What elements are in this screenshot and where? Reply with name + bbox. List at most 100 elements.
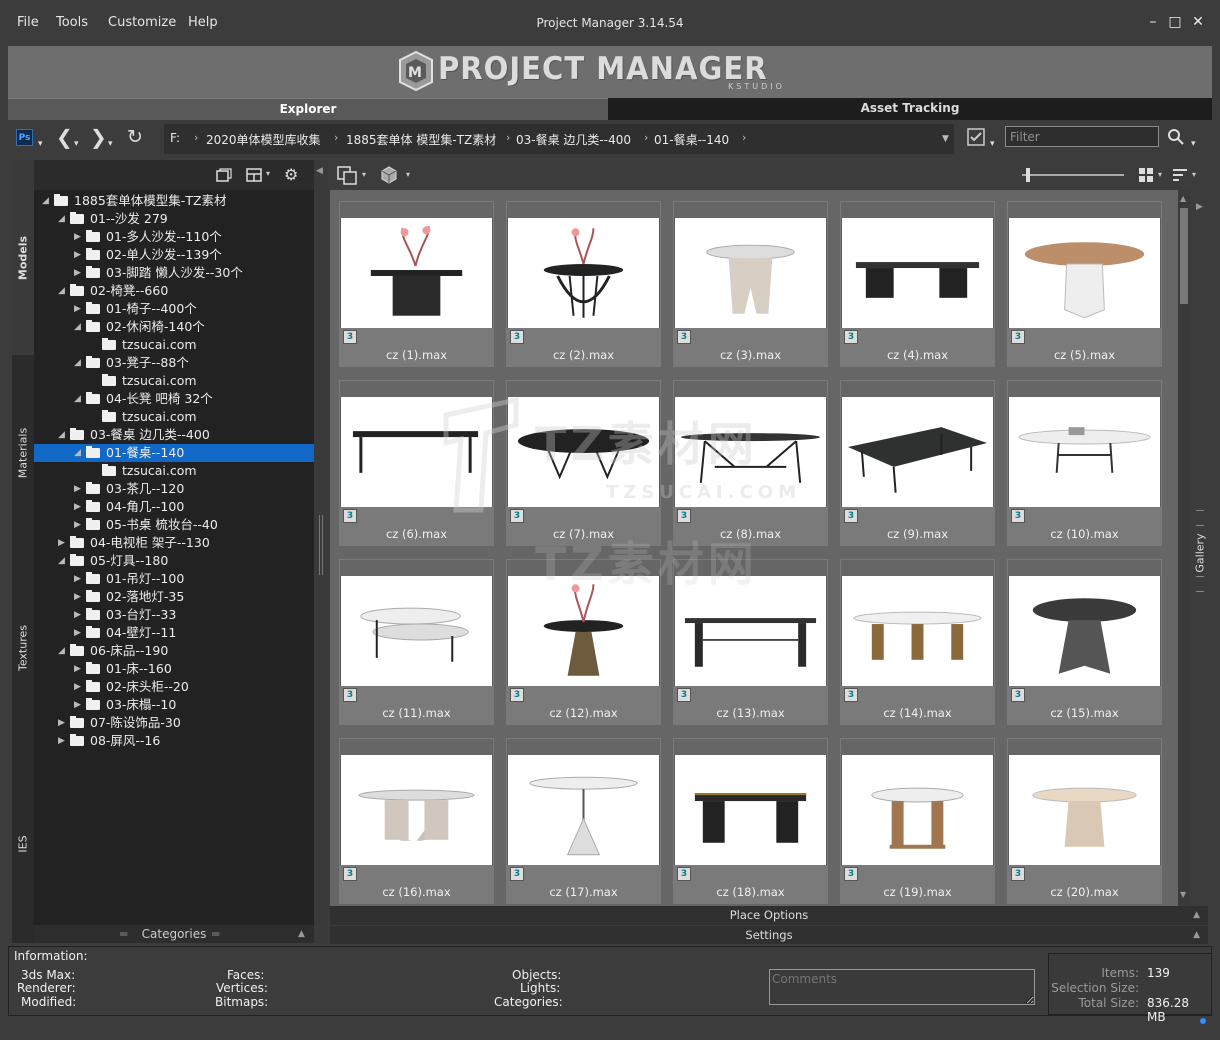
model-thumbnail[interactable]: [842, 397, 993, 507]
collapsed-arrow-icon[interactable]: ▶: [74, 606, 81, 624]
model-thumbnail[interactable]: [341, 218, 492, 328]
tree-row[interactable]: ▶ 01-椅子--400个: [34, 300, 314, 318]
expanded-arrow-icon[interactable]: ◢: [74, 390, 81, 408]
expanded-arrow-icon[interactable]: ◢: [58, 642, 65, 660]
tree-row[interactable]: ▶ 03-床榻--10: [34, 696, 314, 714]
scroll-thumb[interactable]: [1180, 208, 1188, 304]
sync-icon[interactable]: [336, 165, 358, 185]
breadcrumb-separator-icon[interactable]: ›: [742, 131, 746, 144]
gallery-item[interactable]: 3 cz (13).max: [673, 559, 828, 725]
collapsed-arrow-icon[interactable]: ▶: [58, 534, 65, 552]
back-arrow-icon[interactable]: ❮: [56, 126, 73, 150]
model-thumbnail[interactable]: [675, 397, 826, 507]
tree-row[interactable]: ◢ 03-餐桌 边几类--400: [34, 426, 314, 444]
gallery-item[interactable]: 3 cz (10).max: [1007, 380, 1162, 546]
forward-arrow-icon[interactable]: ❯: [90, 126, 107, 150]
model-thumbnail[interactable]: [675, 755, 826, 865]
tree-row[interactable]: ◢ 01-餐桌--140: [34, 444, 314, 462]
place-options-bar[interactable]: Place Options ▲: [330, 906, 1208, 925]
side-tab-models[interactable]: Models: [12, 160, 34, 355]
scroll-up-icon[interactable]: ▲: [1180, 194, 1186, 203]
tree-row[interactable]: ◢ 03-凳子--88个: [34, 354, 314, 372]
gallery-item[interactable]: 3 cz (5).max: [1007, 201, 1162, 367]
tree-row[interactable]: ▶ 02-床头柜--20: [34, 678, 314, 696]
model-thumbnail[interactable]: [341, 576, 492, 686]
side-tab-gallery[interactable]: Gallery: [1190, 528, 1210, 578]
model-thumbnail[interactable]: [341, 397, 492, 507]
ps-dropdown-icon[interactable]: ▾: [38, 133, 43, 157]
tree-row[interactable]: ▶ 04-角几--100: [34, 498, 314, 516]
gallery-item[interactable]: 3 cz (4).max: [840, 201, 995, 367]
breadcrumb-item[interactable]: 1885套单体 模型集-TZ素材: [346, 131, 496, 148]
collapsed-arrow-icon[interactable]: ▶: [74, 624, 81, 642]
breadcrumb-separator-icon[interactable]: ›: [644, 131, 648, 144]
tree-row[interactable]: ▶ 03-脚踏 懒人沙发--30个: [34, 264, 314, 282]
tree-row[interactable]: ▶ 07-陈设饰品-30: [34, 714, 314, 732]
collapsed-arrow-icon[interactable]: ▶: [74, 300, 81, 318]
collapse-left-icon[interactable]: ◀: [316, 166, 323, 176]
categories-bar[interactable]: ═ Categories ═ ▲: [34, 925, 314, 943]
expanded-arrow-icon[interactable]: ◢: [74, 354, 81, 372]
model-thumbnail[interactable]: [842, 755, 993, 865]
breadcrumb-item[interactable]: 2020单体模型库收集: [206, 131, 321, 148]
checklist-icon[interactable]: [966, 127, 986, 147]
tree-row[interactable]: ◢ 02-休闲椅-140个: [34, 318, 314, 336]
tree-row[interactable]: ▶ 04-电视柜 架子--130: [34, 534, 314, 552]
expand-up-icon[interactable]: ▲: [1193, 926, 1200, 944]
comments-field[interactable]: [769, 969, 1035, 1005]
model-thumbnail[interactable]: [675, 576, 826, 686]
collapsed-arrow-icon[interactable]: ▶: [74, 264, 81, 282]
photoshop-icon[interactable]: Ps: [16, 129, 33, 146]
tree-row[interactable]: ◢ 02-椅凳--660: [34, 282, 314, 300]
tree-row[interactable]: ▶ 02-落地灯-35: [34, 588, 314, 606]
tree-row[interactable]: tzsucai.com: [34, 336, 314, 354]
breadcrumb-drive[interactable]: F:: [170, 131, 180, 145]
tree-row[interactable]: ◢ 06-床品--190: [34, 642, 314, 660]
tree-row[interactable]: ▶ 01-多人沙发--110个: [34, 228, 314, 246]
tree-row[interactable]: ▶ 01-吊灯--100: [34, 570, 314, 588]
side-tab-materials[interactable]: Materials: [12, 355, 34, 550]
collapsed-arrow-icon[interactable]: ▶: [58, 732, 65, 750]
expanded-arrow-icon[interactable]: ◢: [58, 282, 65, 300]
sort-dropdown-icon[interactable]: ▾: [1192, 170, 1196, 179]
expanded-arrow-icon[interactable]: ◢: [58, 552, 65, 570]
collapsed-arrow-icon[interactable]: ▶: [74, 246, 81, 264]
gallery-item[interactable]: 3 cz (8).max: [673, 380, 828, 546]
forward-dropdown-icon[interactable]: ▾: [108, 133, 113, 157]
tree-row[interactable]: tzsucai.com: [34, 408, 314, 426]
tree-row[interactable]: ▶ 05-书桌 梳妆台--40: [34, 516, 314, 534]
close-icon[interactable]: ✕: [1189, 13, 1207, 31]
collapsed-arrow-icon[interactable]: ▶: [74, 228, 81, 246]
expanded-arrow-icon[interactable]: ◢: [42, 192, 49, 210]
search-icon[interactable]: [1167, 128, 1185, 146]
model-thumbnail[interactable]: [508, 218, 659, 328]
object-box-icon[interactable]: [378, 165, 400, 185]
scroll-down-icon[interactable]: ▼: [1180, 890, 1186, 899]
model-thumbnail[interactable]: [1009, 397, 1160, 507]
splitter-grip-icon[interactable]: [319, 515, 323, 575]
breadcrumb-separator-icon[interactable]: ›: [334, 131, 338, 144]
collapsed-arrow-icon[interactable]: ▶: [74, 660, 81, 678]
gallery-item[interactable]: 3 cz (17).max: [506, 738, 661, 904]
gallery-item[interactable]: 3 cz (11).max: [339, 559, 494, 725]
breadcrumb-separator-icon[interactable]: ›: [194, 131, 198, 144]
view-dropdown-icon[interactable]: ▾: [1158, 170, 1162, 179]
breadcrumb-item[interactable]: 03-餐桌 边几类--400: [516, 131, 631, 148]
model-thumbnail[interactable]: [1009, 218, 1160, 328]
tab-explorer[interactable]: Explorer: [8, 98, 608, 120]
maximize-icon[interactable]: □: [1166, 13, 1184, 31]
tree-row[interactable]: tzsucai.com: [34, 372, 314, 390]
gallery-item[interactable]: 3 cz (16).max: [339, 738, 494, 904]
filter-input[interactable]: [1005, 126, 1159, 147]
gallery-item[interactable]: 3 cz (20).max: [1007, 738, 1162, 904]
expanded-arrow-icon[interactable]: ◢: [74, 318, 81, 336]
expanded-arrow-icon[interactable]: ◢: [58, 426, 65, 444]
tree-row[interactable]: ▶ 03-茶几--120: [34, 480, 314, 498]
breadcrumb-dropdown-icon[interactable]: ▼: [942, 134, 949, 144]
model-thumbnail[interactable]: [341, 755, 492, 865]
model-thumbnail[interactable]: [508, 755, 659, 865]
gallery-item[interactable]: 3 cz (6).max: [339, 380, 494, 546]
gallery-item[interactable]: 3 cz (3).max: [673, 201, 828, 367]
sort-icon[interactable]: [1172, 167, 1188, 183]
sync-dropdown-icon[interactable]: ▾: [362, 170, 366, 179]
